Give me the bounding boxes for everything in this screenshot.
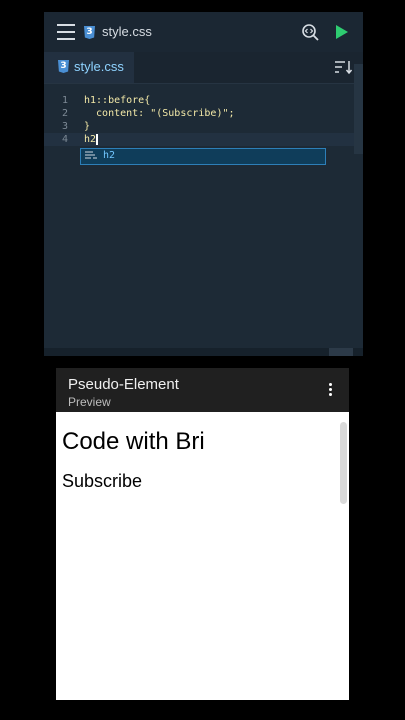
code-area[interactable]: 1 h1::before{ 2 content: "(Subscribe)"; … — [44, 94, 363, 146]
code-editor: 3 style.css 3 style.css 1 h1::before{ 2 — [44, 12, 363, 356]
editor-toolbar: 3 style.css — [44, 12, 363, 52]
tab-bar: 3 style.css — [44, 52, 363, 84]
menu-icon[interactable] — [57, 24, 75, 40]
line-number: 1 — [62, 95, 69, 106]
line-number: 4 — [62, 134, 69, 145]
autocomplete-text: h2 — [103, 150, 116, 161]
code-text: h1::before{ — [84, 95, 151, 106]
run-icon[interactable] — [336, 25, 348, 39]
tab-label: style.css — [74, 59, 124, 74]
code-line-active: 4 h2 — [44, 133, 363, 146]
line-number: 3 — [62, 121, 69, 132]
text-cursor — [96, 133, 98, 145]
preview-pane: Code with Bri Subscribe — [56, 412, 349, 700]
tab-style-css[interactable]: 3 style.css — [44, 52, 134, 83]
code-line: 1 h1::before{ — [44, 94, 363, 107]
sort-icon[interactable] — [334, 60, 352, 74]
code-line: 2 content: "(Subscribe)"; — [44, 107, 363, 120]
more-options-icon[interactable] — [329, 383, 333, 397]
css-file-icon: 3 — [58, 60, 69, 73]
autocomplete-suggestion[interactable]: h2 — [80, 148, 326, 165]
file-title: style.css — [102, 24, 152, 39]
preview-scrollbar[interactable] — [340, 422, 347, 504]
snippet-icon — [85, 151, 97, 159]
code-text: } — [84, 121, 91, 132]
css-file-icon: 3 — [84, 26, 95, 39]
horizontal-scroll-thumb[interactable] — [329, 348, 353, 356]
code-line: 3 } — [44, 120, 363, 133]
code-text: h2 — [84, 134, 97, 145]
line-number: 2 — [62, 108, 69, 119]
editor-scrollbar[interactable] — [354, 64, 363, 154]
preview-heading-2: Subscribe — [62, 471, 143, 491]
editor-bottom-bar — [44, 348, 363, 356]
preview-header: Pseudo-Element Preview — [56, 368, 349, 412]
code-text-active: h2 — [84, 133, 98, 146]
code-text: content: "(Subscribe)"; — [84, 108, 235, 119]
search-code-icon[interactable] — [301, 23, 319, 41]
preview-title: Pseudo-Element — [68, 376, 179, 393]
preview-subtitle: Preview — [68, 395, 111, 409]
preview-heading-1: Code with Bri — [62, 428, 205, 455]
